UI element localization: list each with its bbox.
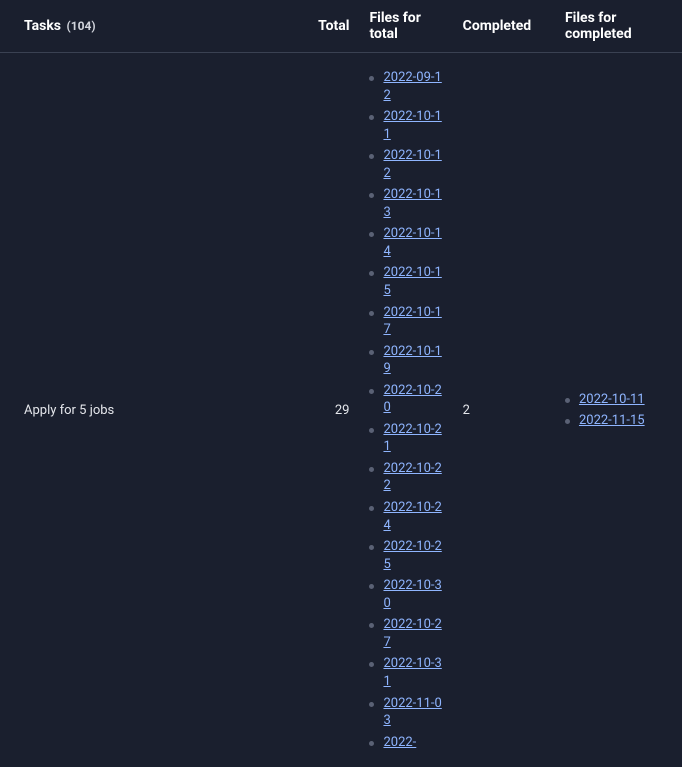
- file-link[interactable]: 2022-10-11: [383, 109, 441, 142]
- file-link[interactable]: 2022-10-12: [383, 148, 441, 181]
- file-link[interactable]: 2022-: [383, 735, 416, 750]
- list-item: 2022-11-03: [369, 695, 446, 730]
- file-link[interactable]: 2022-10-19: [383, 344, 441, 377]
- cell-files-total: 2022-09-12 2022-10-11 2022-10-12 2022-10…: [361, 53, 454, 767]
- file-link[interactable]: 2022-10-11: [579, 392, 645, 407]
- file-link[interactable]: 2022-10-25: [383, 539, 441, 572]
- list-item: 2022-10-31: [369, 655, 446, 690]
- file-link[interactable]: 2022-11-15: [579, 413, 645, 428]
- files-completed-list: 2022-10-11 2022-11-15: [565, 391, 674, 430]
- file-link[interactable]: 2022-10-22: [383, 461, 441, 494]
- cell-files-completed: 2022-10-11 2022-11-15: [557, 53, 682, 767]
- col-header-total: Total: [282, 0, 362, 53]
- list-item: 2022-10-14: [369, 225, 446, 260]
- list-item: 2022-10-22: [369, 460, 446, 495]
- list-item: 2022-10-13: [369, 186, 446, 221]
- list-item: 2022-10-21: [369, 421, 446, 456]
- col-header-completed: Completed: [455, 0, 557, 53]
- col-header-files-total: Files for total: [361, 0, 454, 53]
- file-link[interactable]: 2022-09-12: [383, 70, 441, 103]
- file-link[interactable]: 2022-10-24: [383, 500, 441, 533]
- list-item: 2022-10-19: [369, 343, 446, 378]
- table-header-row: Tasks (104) Total Files for total Comple…: [0, 0, 682, 53]
- list-item: 2022-10-20: [369, 382, 446, 417]
- list-item: 2022-10-30: [369, 577, 446, 612]
- list-item: 2022-10-24: [369, 499, 446, 534]
- col-header-tasks: Tasks (104): [0, 0, 282, 53]
- cell-total: 29: [282, 53, 362, 767]
- file-link[interactable]: 2022-10-14: [383, 226, 441, 259]
- tasks-header-label: Tasks: [24, 18, 61, 34]
- list-item: 2022-10-12: [369, 147, 446, 182]
- tasks-count: (104): [67, 19, 96, 33]
- list-item: 2022-10-15: [369, 264, 446, 299]
- list-item: 2022-10-25: [369, 538, 446, 573]
- list-item: 2022-10-11: [565, 391, 674, 409]
- cell-completed: 2: [455, 53, 557, 767]
- list-item: 2022-09-12: [369, 69, 446, 104]
- files-total-list: 2022-09-12 2022-10-11 2022-10-12 2022-10…: [369, 69, 446, 751]
- file-link[interactable]: 2022-10-13: [383, 187, 441, 220]
- file-link[interactable]: 2022-10-20: [383, 383, 441, 416]
- file-link[interactable]: 2022-10-30: [383, 578, 441, 611]
- cell-task-name: Apply for 5 jobs: [0, 53, 282, 767]
- file-link[interactable]: 2022-10-31: [383, 656, 441, 689]
- tasks-table: Tasks (104) Total Files for total Comple…: [0, 0, 682, 767]
- file-link[interactable]: 2022-10-15: [383, 265, 441, 298]
- file-link[interactable]: 2022-10-27: [383, 617, 441, 650]
- list-item: 2022-10-17: [369, 304, 446, 339]
- file-link[interactable]: 2022-10-21: [383, 422, 441, 455]
- table-row: Apply for 5 jobs 29 2022-09-12 2022-10-1…: [0, 53, 682, 767]
- list-item: 2022-10-27: [369, 616, 446, 651]
- list-item: 2022-11-15: [565, 412, 674, 430]
- list-item: 2022-10-11: [369, 108, 446, 143]
- file-link[interactable]: 2022-10-17: [383, 305, 441, 338]
- list-item: 2022-: [369, 734, 446, 752]
- col-header-files-completed: Files for completed: [557, 0, 682, 53]
- file-link[interactable]: 2022-11-03: [383, 696, 441, 729]
